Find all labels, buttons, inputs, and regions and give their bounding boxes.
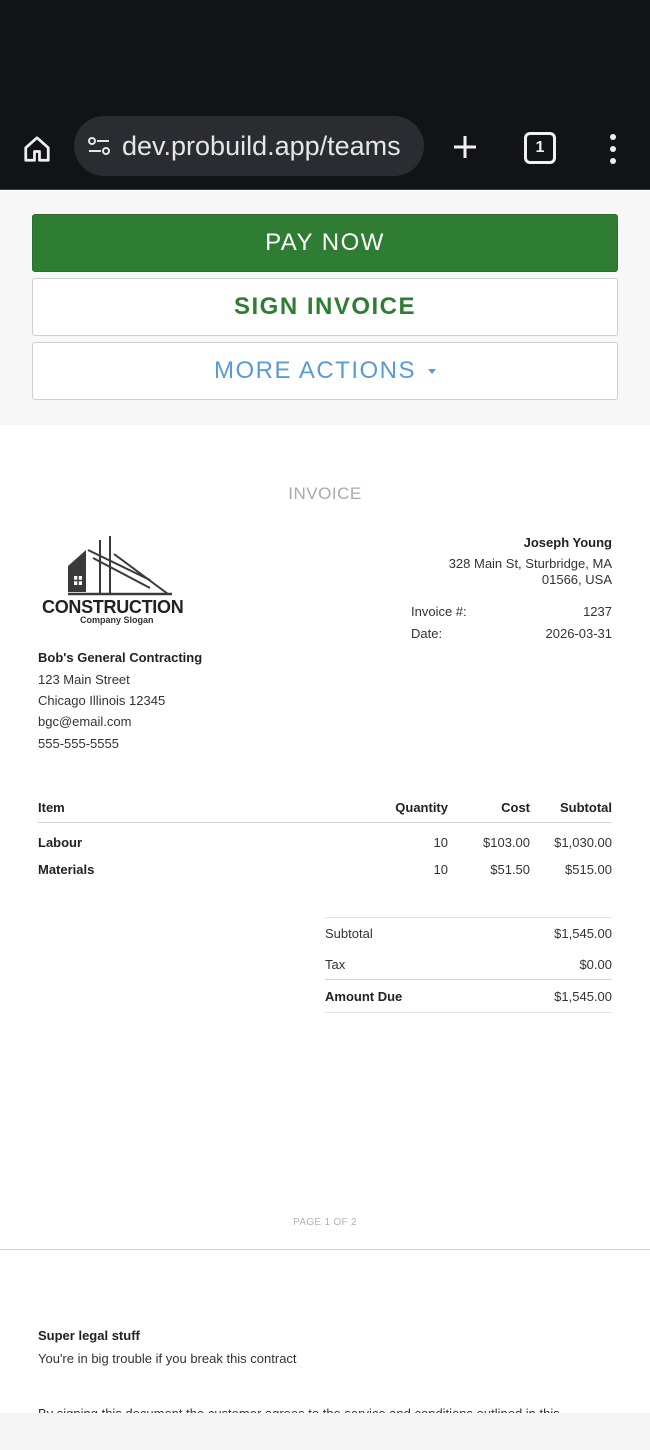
- subtotal-row: Subtotal $1,545.00: [325, 918, 612, 949]
- client-name: Joseph Young: [523, 535, 612, 550]
- home-icon: [24, 136, 50, 162]
- page-number: PAGE 1 OF 2: [293, 1217, 357, 1228]
- header-cost: Cost: [501, 800, 530, 815]
- more-actions-label: MORE ACTIONS: [213, 357, 417, 384]
- logo-slogan: Company Slogan: [80, 615, 154, 625]
- invoice-date-value: 2026-03-31: [545, 626, 613, 641]
- row-item: Labour: [38, 835, 83, 850]
- status-bar: [0, 0, 650, 108]
- invoice-title: INVOICE: [288, 484, 362, 503]
- company-street: 123 Main Street: [38, 672, 130, 687]
- legal-title: Super legal stuff: [38, 1328, 140, 1343]
- invoice-date-label: Date:: [411, 626, 443, 641]
- row-quantity: 10: [433, 835, 448, 850]
- legal-text: You're in big trouble if you break this …: [38, 1351, 297, 1366]
- subtotal-label: Subtotal: [325, 926, 373, 941]
- table-row: Materials 10 $51.50 $515.00: [38, 862, 612, 882]
- amount-due-row: Amount Due $1,545.00: [325, 980, 612, 1013]
- client-address: 328 Main St, Sturbridge, MA 01566, USA: [422, 556, 612, 587]
- header-item: Item: [38, 800, 65, 815]
- totals-table: Subtotal $1,545.00 Tax $0.00 Amount Due …: [325, 917, 612, 1013]
- company-email: bgc@email.com: [38, 714, 132, 729]
- page-divider: [0, 1249, 650, 1250]
- company-phone: 555-555-5555: [38, 736, 119, 751]
- header-quantity: Quantity: [395, 800, 448, 815]
- url-text[interactable]: dev.probuild.app/teams: [122, 131, 401, 162]
- bottom-overlay: [0, 1413, 650, 1450]
- row-quantity: 10: [433, 862, 448, 877]
- company-name: Bob's General Contracting: [38, 650, 203, 665]
- new-tab-button[interactable]: [446, 128, 484, 166]
- row-item: Materials: [38, 862, 95, 877]
- items-table-header: Item Quantity Cost Subtotal: [38, 800, 612, 823]
- client-address-line1: 328 Main St, Sturbridge, MA: [448, 556, 612, 571]
- invoice-actions: PAY NOW SIGN INVOICE MORE ACTIONS: [0, 191, 650, 425]
- more-actions-button[interactable]: MORE ACTIONS: [32, 342, 618, 400]
- row-subtotal: $515.00: [565, 862, 612, 877]
- sign-invoice-button[interactable]: SIGN INVOICE: [32, 278, 618, 336]
- plus-icon: [454, 136, 476, 158]
- tax-label: Tax: [325, 957, 346, 972]
- invoice-number-value: 1237: [583, 604, 612, 619]
- invoice-date-row: Date: 2026-03-31: [411, 626, 612, 641]
- home-button[interactable]: [18, 130, 56, 168]
- browser-toolbar: dev.probuild.app/teams 1: [0, 108, 650, 190]
- amount-due-value: $1,545.00: [554, 989, 612, 1004]
- row-subtotal: $1,030.00: [554, 835, 612, 850]
- address-bar[interactable]: dev.probuild.app/teams: [74, 116, 424, 176]
- client-address-line2: 01566, USA: [541, 571, 612, 587]
- amount-due-label: Amount Due: [325, 989, 403, 1004]
- more-vert-icon[interactable]: [598, 130, 628, 168]
- header-subtotal: Subtotal: [560, 800, 612, 815]
- company-city: Chicago Illinois 12345: [38, 693, 166, 708]
- invoice-number-row: Invoice #: 1237: [411, 604, 612, 619]
- row-cost: $51.50: [490, 862, 530, 877]
- pay-now-button[interactable]: PAY NOW: [32, 214, 618, 272]
- sign-invoice-label: SIGN INVOICE: [233, 293, 417, 320]
- tab-switcher-button[interactable]: 1: [524, 132, 556, 164]
- tax-row: Tax $0.00: [325, 949, 612, 980]
- invoice-number-label: Invoice #:: [411, 604, 467, 619]
- pay-now-label: PAY NOW: [265, 229, 385, 256]
- subtotal-value: $1,545.00: [554, 926, 612, 941]
- table-row: Labour 10 $103.00 $1,030.00: [38, 835, 612, 855]
- chevron-down-icon: [428, 368, 437, 374]
- tax-value: $0.00: [579, 957, 612, 972]
- site-settings-icon[interactable]: [86, 133, 112, 159]
- row-cost: $103.00: [483, 835, 530, 850]
